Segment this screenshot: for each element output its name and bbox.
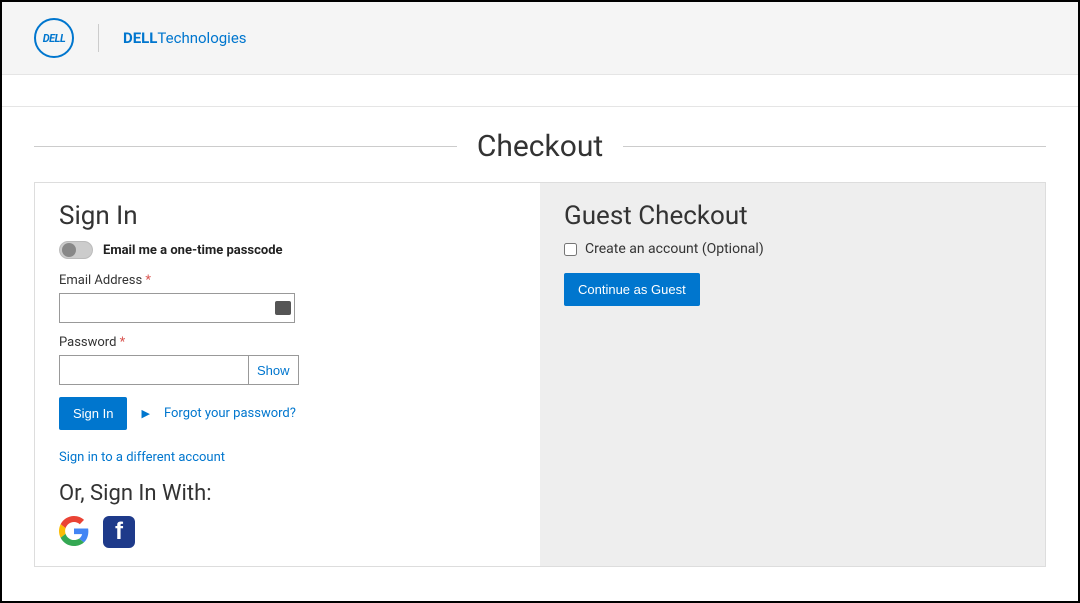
social-buttons-row: f bbox=[59, 516, 516, 548]
email-label: Email Address * bbox=[59, 273, 516, 288]
continue-guest-button[interactable]: Continue as Guest bbox=[564, 273, 700, 306]
create-account-row: Create an account (Optional) bbox=[564, 241, 1021, 257]
site-header: DELL DELLTechnologies bbox=[2, 2, 1078, 75]
title-line-right bbox=[623, 146, 1046, 147]
passcode-toggle-label: Email me a one-time passcode bbox=[103, 243, 283, 258]
logo-text: DELL bbox=[43, 32, 65, 45]
page-title-row: Checkout bbox=[34, 129, 1046, 164]
signin-panel: Sign In Email me a one-time passcode Ema… bbox=[35, 183, 540, 566]
signin-action-row: Sign In ▶ Forgot your password? bbox=[59, 397, 516, 430]
autofill-icon bbox=[275, 301, 291, 315]
guest-panel: Guest Checkout Create an account (Option… bbox=[540, 183, 1045, 566]
email-input[interactable] bbox=[59, 293, 295, 323]
google-icon[interactable] bbox=[59, 516, 89, 546]
dell-logo[interactable]: DELL bbox=[34, 18, 74, 58]
create-account-label: Create an account (Optional) bbox=[585, 241, 764, 257]
title-line-left bbox=[34, 146, 457, 147]
toggle-knob bbox=[62, 243, 76, 257]
required-indicator: * bbox=[120, 335, 126, 350]
sub-header-band bbox=[2, 75, 1078, 107]
create-account-checkbox[interactable] bbox=[564, 243, 577, 256]
signin-heading: Sign In bbox=[59, 201, 516, 231]
passcode-toggle[interactable] bbox=[59, 241, 93, 259]
email-input-wrapper bbox=[59, 293, 295, 323]
social-signin-heading: Or, Sign In With: bbox=[59, 481, 516, 506]
signin-button[interactable]: Sign In bbox=[59, 397, 127, 430]
different-account-link[interactable]: Sign in to a different account bbox=[59, 450, 225, 465]
password-input[interactable] bbox=[59, 355, 249, 385]
password-input-wrapper: Show bbox=[59, 355, 295, 385]
header-divider bbox=[98, 24, 99, 52]
show-password-button[interactable]: Show bbox=[249, 355, 299, 385]
forgot-password-link[interactable]: Forgot your password? bbox=[164, 406, 296, 421]
required-indicator: * bbox=[145, 273, 151, 288]
chevron-right-icon: ▶ bbox=[141, 407, 149, 420]
brand-text[interactable]: DELLTechnologies bbox=[123, 29, 247, 47]
page-title: Checkout bbox=[457, 129, 623, 164]
facebook-icon[interactable]: f bbox=[103, 516, 135, 548]
checkout-panels: Sign In Email me a one-time passcode Ema… bbox=[34, 182, 1046, 567]
passcode-toggle-row: Email me a one-time passcode bbox=[59, 241, 516, 259]
guest-heading: Guest Checkout bbox=[564, 201, 1021, 231]
password-label: Password * bbox=[59, 335, 516, 350]
